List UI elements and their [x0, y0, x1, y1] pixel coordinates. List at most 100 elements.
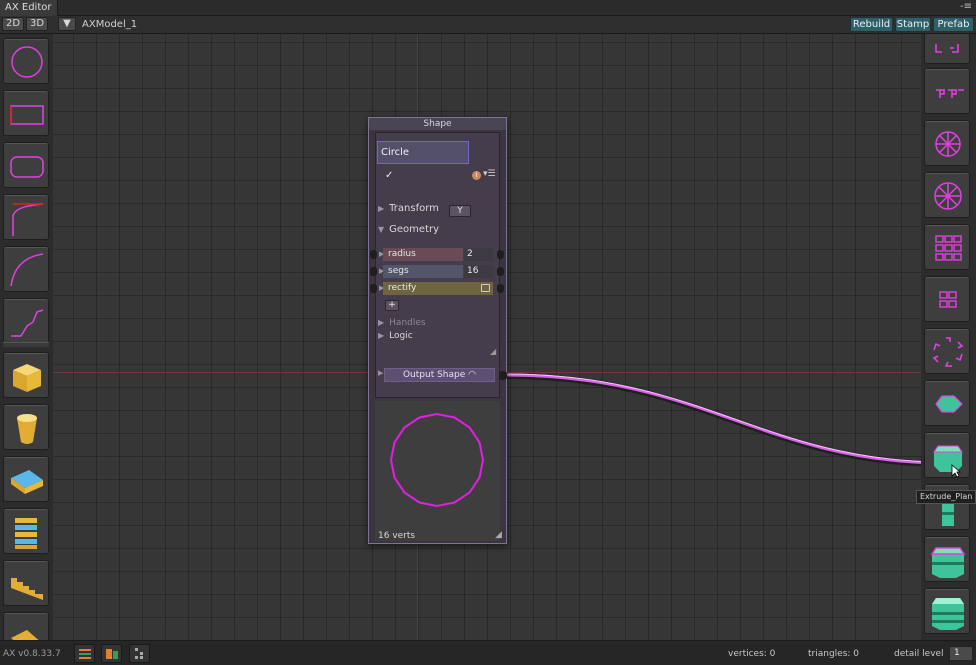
info-icon[interactable]: i	[472, 171, 481, 180]
mouse-cursor-icon	[951, 464, 961, 478]
radial-repeater-icon	[935, 131, 961, 157]
layers-button[interactable]	[74, 644, 95, 663]
radius-param: ▶ radius 2	[370, 248, 504, 261]
collapsed-arrow-icon: ▶	[378, 204, 385, 213]
rectangle-shape-tool[interactable]	[3, 90, 49, 136]
rectify-output-pin[interactable]	[497, 284, 504, 293]
circle-preview-icon	[389, 412, 485, 508]
radial-repeater-tool[interactable]	[924, 120, 970, 166]
extrude-plan-icon	[933, 445, 963, 472]
corner-curve-icon	[12, 203, 44, 236]
circle-shape-tool[interactable]	[3, 38, 49, 84]
rectify-param: ▶ rectify	[370, 282, 504, 295]
ring-repeater-tool[interactable]	[924, 328, 970, 374]
transform-section[interactable]: ▶ Transform	[378, 203, 439, 214]
slab-mesh-tool[interactable]	[3, 456, 49, 502]
export-icon	[106, 649, 118, 659]
logic-label: Logic	[389, 331, 413, 341]
cylinder-icon	[17, 414, 37, 444]
shape-node[interactable]: Shape Circle ✓ i ▾☰ ▶ Transform Y ▼ Geomet…	[368, 117, 507, 544]
extrude-plan-tower-2-tool[interactable]	[924, 588, 970, 634]
ring-repeater-icon	[932, 337, 964, 367]
node-resize-grip-icon[interactable]: ◢	[495, 530, 502, 540]
cylinder-mesh-tool[interactable]	[3, 404, 49, 450]
plan-mesh-tool[interactable]	[924, 380, 970, 426]
shape-name-field[interactable]: Circle	[377, 141, 469, 164]
corner-grid-repeater-tool[interactable]	[924, 34, 970, 64]
stair-line-shape-tool[interactable]	[3, 298, 49, 344]
corner-repeater-icon	[935, 44, 959, 53]
view-2d-button[interactable]: 2D	[2, 17, 24, 31]
node-body: Circle ✓ i ▾☰ ▶ Transform Y ▼ Geometry ▶ r…	[370, 132, 507, 398]
editor-tab[interactable]: AX Editor	[0, 0, 59, 16]
view-3d-button[interactable]: 3D	[26, 17, 48, 31]
rectify-checkbox[interactable]	[481, 284, 490, 292]
prefab-button[interactable]: Prefab	[933, 17, 974, 32]
radial-repeater-2-tool[interactable]	[924, 172, 970, 218]
options-menu-icon[interactable]: ▾☰	[483, 169, 496, 179]
pair-repeater-tool[interactable]	[924, 68, 970, 114]
box-mesh-tool[interactable]	[3, 352, 49, 398]
output-shape-port[interactable]: Output Shape ◠	[384, 368, 495, 382]
stacked-floors-mesh-tool[interactable]	[3, 508, 49, 554]
tooltip: Extrude_Plan	[916, 490, 976, 504]
extrude-plan-tool[interactable]	[924, 432, 970, 478]
axis-y-button[interactable]: Y	[449, 205, 471, 217]
visible-checkbox[interactable]: ✓	[385, 171, 395, 181]
extrude-plan-tower-2-icon	[932, 598, 964, 630]
radius-input-pin[interactable]	[370, 250, 377, 259]
verts-count: 16 verts	[378, 531, 416, 541]
circle-icon	[11, 46, 43, 78]
corner-curve-shape-tool[interactable]	[3, 194, 49, 240]
arc-curve-icon	[10, 253, 44, 287]
hierarchy-button[interactable]	[129, 644, 150, 663]
rounded-rectangle-shape-tool[interactable]	[3, 142, 49, 188]
shape-preview	[375, 401, 500, 541]
plan-icon	[935, 395, 963, 413]
grid-repeater-small-icon	[939, 291, 957, 308]
segs-param: ▶ segs 16	[370, 265, 504, 278]
resize-grip-icon[interactable]: ◢	[490, 347, 496, 356]
ramp-icon	[11, 630, 39, 640]
grid-repeater-small-tool[interactable]	[924, 276, 970, 322]
radius-value-field[interactable]: 2	[464, 248, 493, 261]
geometry-section[interactable]: ▼ Geometry	[378, 224, 439, 235]
detail-level-label: detail level	[894, 649, 944, 659]
arc-curve-shape-tool[interactable]	[3, 246, 49, 292]
window-menu-icon[interactable]: -≡	[960, 1, 972, 12]
transform-label: Transform	[389, 203, 439, 214]
stair-mesh-tool[interactable]	[3, 560, 49, 606]
grid-repeater-tool[interactable]	[924, 224, 970, 270]
vertices-count: vertices: 0	[728, 649, 776, 659]
rounded-rectangle-icon	[10, 156, 44, 178]
collapsed-arrow-icon: ▶	[378, 318, 385, 327]
stamp-button[interactable]: Stamp	[895, 17, 931, 32]
segs-value-field[interactable]: 16	[464, 265, 493, 278]
add-param-button[interactable]: +	[385, 300, 399, 311]
extrude-plan-tower-tool[interactable]	[924, 536, 970, 582]
model-dropdown-button[interactable]: ▼	[58, 17, 76, 31]
stacked-floors-icon	[15, 518, 37, 549]
version-label: AX v0.8.33.7	[3, 649, 61, 659]
radius-output-pin[interactable]	[497, 250, 504, 259]
box-icon	[13, 364, 41, 392]
ramp-mesh-tool[interactable]	[3, 612, 49, 640]
toolbar: 2D 3D ▼ AXModel_1 Rebuild Stamp Prefab	[0, 16, 976, 34]
geometry-label: Geometry	[389, 224, 440, 235]
handles-section[interactable]: ▶ Handles	[378, 318, 426, 328]
output-pin[interactable]	[499, 371, 507, 380]
palette-separator[interactable]	[3, 342, 49, 347]
collapsed-arrow-icon: ▶	[378, 331, 385, 340]
rebuild-button[interactable]: Rebuild	[850, 17, 893, 32]
rectify-input-pin[interactable]	[370, 284, 377, 293]
handles-label: Handles	[389, 318, 426, 328]
node-title[interactable]: Shape	[369, 118, 506, 130]
segs-input-pin[interactable]	[370, 267, 377, 276]
logic-section[interactable]: ▶ Logic	[378, 331, 413, 341]
radius-label: radius	[383, 248, 463, 261]
output-shape-label: Output Shape	[402, 370, 466, 380]
export-button[interactable]	[101, 644, 122, 663]
output-arrow-icon: ▶	[378, 369, 384, 377]
detail-level-field[interactable]: 1	[949, 646, 973, 661]
segs-output-pin[interactable]	[497, 267, 504, 276]
